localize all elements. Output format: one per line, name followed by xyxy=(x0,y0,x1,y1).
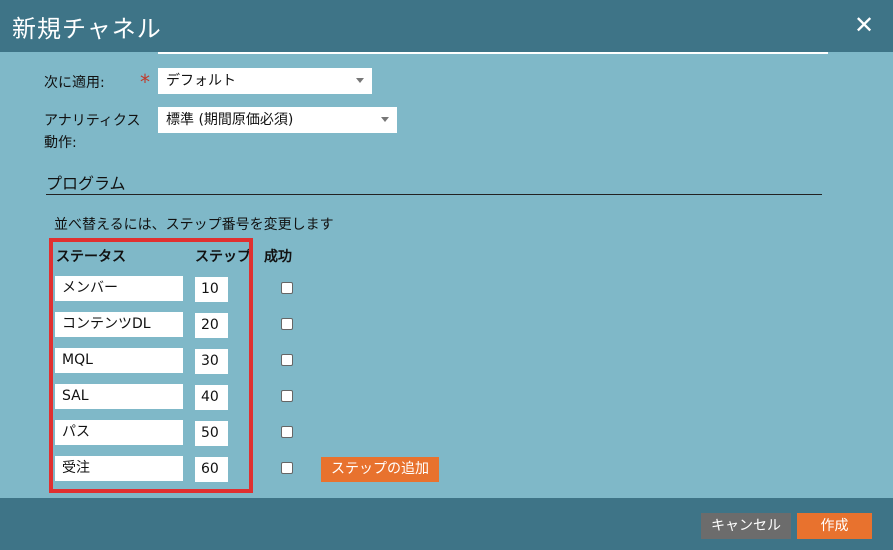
apply-to-label: 次に適用: xyxy=(44,75,105,91)
dialog-title: 新規チャネル xyxy=(12,15,162,43)
reorder-hint: 並べ替えるには、ステップ番号を変更します xyxy=(54,217,334,233)
success-checkbox[interactable] xyxy=(281,354,293,366)
program-section-title: プログラム xyxy=(46,174,126,193)
apply-to-value: デフォルト xyxy=(166,73,236,89)
success-checkbox[interactable] xyxy=(281,318,293,330)
highlight-box xyxy=(49,238,253,493)
analytics-label-line2: 動作: xyxy=(44,135,77,151)
apply-to-select[interactable]: デフォルト xyxy=(158,68,372,94)
success-checkbox[interactable] xyxy=(281,462,293,474)
dialog-header: 新規チャネル ✕ xyxy=(0,0,893,52)
chevron-down-icon xyxy=(356,78,364,83)
success-checkbox[interactable] xyxy=(281,390,293,402)
create-button[interactable]: 作成 xyxy=(797,513,872,539)
section-divider xyxy=(46,194,822,195)
analytics-value: 標準 (期間原価必須) xyxy=(166,112,294,128)
chevron-down-icon xyxy=(381,117,389,122)
required-asterisk-icon: * xyxy=(140,70,150,94)
success-checkbox[interactable] xyxy=(281,282,293,294)
top-divider xyxy=(158,52,828,54)
success-column-header: 成功 xyxy=(264,249,292,265)
close-icon[interactable]: ✕ xyxy=(851,12,877,38)
success-checkbox[interactable] xyxy=(281,426,293,438)
analytics-select[interactable]: 標準 (期間原価必須) xyxy=(158,107,397,133)
cancel-button[interactable]: キャンセル xyxy=(701,513,791,539)
analytics-label: アナリティクス xyxy=(44,113,141,129)
add-step-button[interactable]: ステップの追加 xyxy=(321,457,439,482)
